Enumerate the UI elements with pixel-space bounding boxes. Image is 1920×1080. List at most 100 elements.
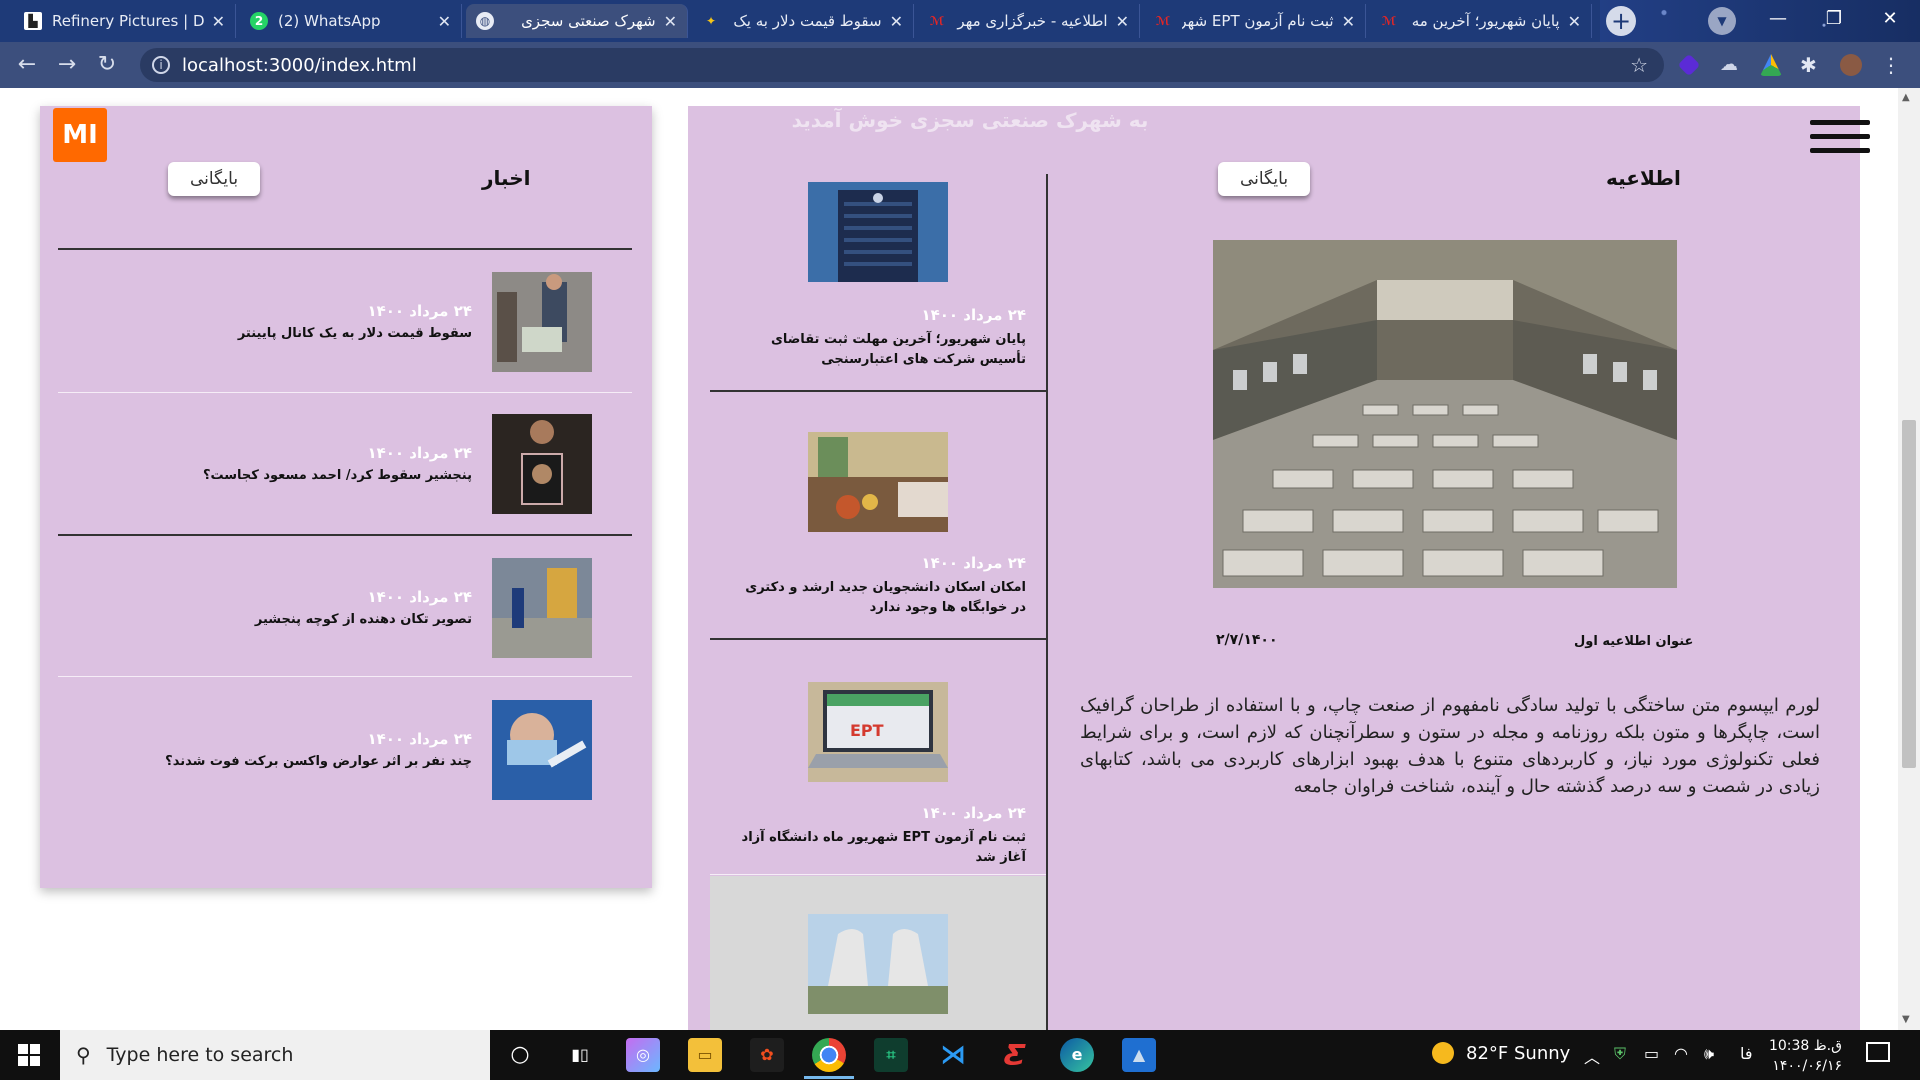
middle-item-title[interactable]: ثبت نام آزمون EPT شهریور ماه دانشگاه آزا…	[720, 828, 1026, 868]
tray-overflow-icon[interactable]: ︿	[1584, 1044, 1600, 1068]
back-icon[interactable]: ←	[12, 50, 42, 80]
battery-icon[interactable]: ▭	[1644, 1044, 1659, 1063]
news-item-thumbnail[interactable]	[492, 558, 592, 658]
middle-item-date: ۲۴ مرداد ۱۴۰۰	[921, 554, 1026, 572]
tab-title: Refinery Pictures | Dow	[52, 12, 204, 30]
file-explorer-icon[interactable]: ▭	[688, 1038, 722, 1072]
close-tab-icon[interactable]: ✕	[1116, 12, 1129, 31]
reload-icon[interactable]: ↻	[92, 50, 122, 80]
notice-caption-date: ۲/۷/۱۴۰۰	[1216, 632, 1278, 648]
weather-widget[interactable]: 82°F Sunny	[1432, 1042, 1570, 1064]
google-drive-icon[interactable]	[1760, 54, 1782, 76]
close-tab-icon[interactable]: ✕	[1342, 12, 1355, 31]
news-header-separator	[58, 248, 632, 250]
chrome-active-indicator	[804, 1076, 854, 1079]
forward-icon[interactable]: →	[52, 50, 82, 80]
close-tab-icon[interactable]: ✕	[1568, 12, 1581, 31]
figma-icon[interactable]: ✿	[750, 1038, 784, 1072]
alley-scene-illustration	[492, 558, 592, 658]
spreadsheet-app-icon[interactable]: ⌗	[874, 1038, 908, 1072]
middle-item-thumbnail[interactable]	[808, 432, 948, 532]
tab-dollar-news[interactable]: ✦ سقوط قیمت دلار به یک ✕	[692, 4, 914, 38]
address-bar[interactable]: i localhost:3000/index.html ☆	[140, 48, 1664, 82]
whatsapp-favicon-icon: 2	[250, 12, 268, 30]
site-info-icon[interactable]: i	[152, 56, 170, 74]
close-tab-icon[interactable]: ✕	[212, 12, 225, 31]
scroll-up-icon[interactable]: ▲	[1902, 92, 1910, 103]
news-item-thumbnail[interactable]	[492, 700, 592, 800]
tab-mehr-notice[interactable]: ℳ اطلاعیه - خبرگزاری مهر ✕	[918, 4, 1140, 38]
taskbar-search-placeholder[interactable]: Type here to search	[107, 1044, 294, 1066]
news-item-thumbnail[interactable]	[492, 272, 592, 372]
notification-center-icon[interactable]	[1866, 1042, 1890, 1062]
middle-item-thumbnail[interactable]	[808, 182, 948, 282]
news-item-date: ۲۴ مرداد ۱۴۰۰	[367, 444, 472, 462]
editor-app-icon[interactable]: Ƹ	[998, 1038, 1032, 1072]
middle-item-separator	[710, 874, 1046, 875]
close-tab-icon[interactable]: ✕	[890, 12, 903, 31]
middle-item-title[interactable]: پایان شهریور؛ آخرین مهلت ثبت تقاضای تأسی…	[740, 330, 1026, 370]
notices-archive-button[interactable]: بایگانی	[1218, 162, 1310, 196]
news-title: اخبار	[482, 166, 531, 190]
page-scrollbar[interactable]: ▲ ▼	[1898, 88, 1920, 1030]
tab-title: اطلاعیه - خبرگزاری مهر	[957, 12, 1108, 30]
browser-menu-icon[interactable]: ⋮	[1880, 54, 1902, 76]
bank-building-illustration	[808, 182, 948, 282]
new-tab-button[interactable]: +	[1606, 6, 1636, 36]
url-text[interactable]: localhost:3000/index.html	[182, 55, 417, 76]
notices-title: اطلاعیه	[1606, 166, 1681, 190]
news-item-title[interactable]: پنجشیر سقوط کرد/ احمد مسعود کجاست؟	[100, 466, 472, 486]
tab-sajzi-industrial-park[interactable]: ◍ شهرک صنعتی سجزی ✕	[466, 4, 688, 38]
scrollbar-thumb[interactable]	[1902, 420, 1916, 768]
photos-app-icon[interactable]: ▲	[1122, 1038, 1156, 1072]
mi-logo[interactable]: MI	[53, 108, 107, 162]
middle-item-thumbnail[interactable]	[808, 914, 948, 1014]
middle-item-title[interactable]: امکان اسکان دانشجویان جدید ارشد و دکتری …	[740, 578, 1026, 618]
news-item-title[interactable]: تصویر تکان دهنده از کوچه پنجشیر	[100, 610, 472, 630]
security-shield-icon[interactable]: ⛨	[1614, 1044, 1626, 1064]
volume-icon[interactable]: 🕪	[1704, 1044, 1714, 1064]
notice-factory-image[interactable]	[1213, 240, 1677, 588]
cortana-icon[interactable]: ○	[503, 1038, 537, 1072]
middle-item-thumbnail[interactable]: EPT	[808, 682, 948, 782]
notice-caption-title[interactable]: عنوان اطلاعیه اول	[1574, 634, 1693, 649]
middle-item-date: ۲۴ مرداد ۱۴۰۰	[921, 306, 1026, 324]
task-view-icon[interactable]: ▮▯	[563, 1038, 597, 1072]
tab-strip: ▙ Refinery Pictures | Dow ✕ 2 (2) WhatsA…	[0, 0, 1920, 42]
news-item-title[interactable]: سقوط قیمت دلار به یک کانال پایینتر	[100, 324, 472, 344]
tab-search-icon[interactable]: ▼	[1708, 7, 1736, 35]
tab-title: شهرک صنعتی سجزی	[521, 12, 656, 30]
news-archive-button[interactable]: بایگانی	[168, 162, 260, 196]
news-item-separator	[58, 392, 632, 393]
taskbar-clock[interactable]: 10:38 ق.ظ ۱۴۰۰/۰۶/۱۶	[1760, 1036, 1842, 1076]
minimize-icon[interactable]: —	[1750, 0, 1806, 38]
windows-start-icon[interactable]	[18, 1044, 40, 1066]
tab-whatsapp[interactable]: 2 (2) WhatsApp ✕	[240, 4, 462, 38]
column-divider	[1046, 174, 1048, 1030]
extensions-puzzle-icon[interactable]: ✱	[1800, 54, 1822, 76]
close-window-icon[interactable]: ✕	[1862, 0, 1918, 38]
tab-end-of-shahrivar[interactable]: ℳ پایان شهریور؛ آخرین مه ✕	[1370, 4, 1592, 38]
tab-ept-exam[interactable]: ℳ ثبت نام آزمون EPT شهر ✕	[1144, 4, 1366, 38]
vscode-icon[interactable]: ⋊	[936, 1038, 970, 1072]
close-tab-icon[interactable]: ✕	[664, 12, 677, 31]
news-item-title[interactable]: چند نفر بر اثر عوارض واکسن برکت فوت شدند…	[100, 752, 472, 772]
wifi-icon[interactable]: ◠	[1674, 1044, 1688, 1063]
chrome-icon[interactable]	[812, 1038, 846, 1072]
edge-icon[interactable]: e	[1060, 1038, 1094, 1072]
profile-avatar[interactable]	[1840, 54, 1862, 76]
language-indicator[interactable]: فا	[1740, 1044, 1753, 1063]
tab-refinery-pictures[interactable]: ▙ Refinery Pictures | Dow ✕	[14, 4, 236, 38]
extension-diamond-icon[interactable]	[1677, 53, 1701, 77]
news-item-thumbnail[interactable]	[492, 414, 592, 514]
bookmark-star-icon[interactable]: ☆	[1630, 53, 1648, 77]
close-tab-icon[interactable]: ✕	[438, 12, 451, 31]
taskbar-search-box[interactable]: ⚲ Type here to search	[60, 1030, 490, 1080]
hamburger-menu-icon[interactable]	[1810, 120, 1870, 162]
globe-favicon-icon: ◍	[476, 12, 494, 30]
currency-street-illustration	[492, 272, 592, 372]
screenshot-app-icon[interactable]: ◎	[626, 1038, 660, 1072]
extension-cloud-icon[interactable]: ☁	[1720, 54, 1742, 76]
scroll-down-icon[interactable]: ▼	[1902, 1014, 1910, 1025]
restore-icon[interactable]: ❐	[1806, 0, 1862, 38]
